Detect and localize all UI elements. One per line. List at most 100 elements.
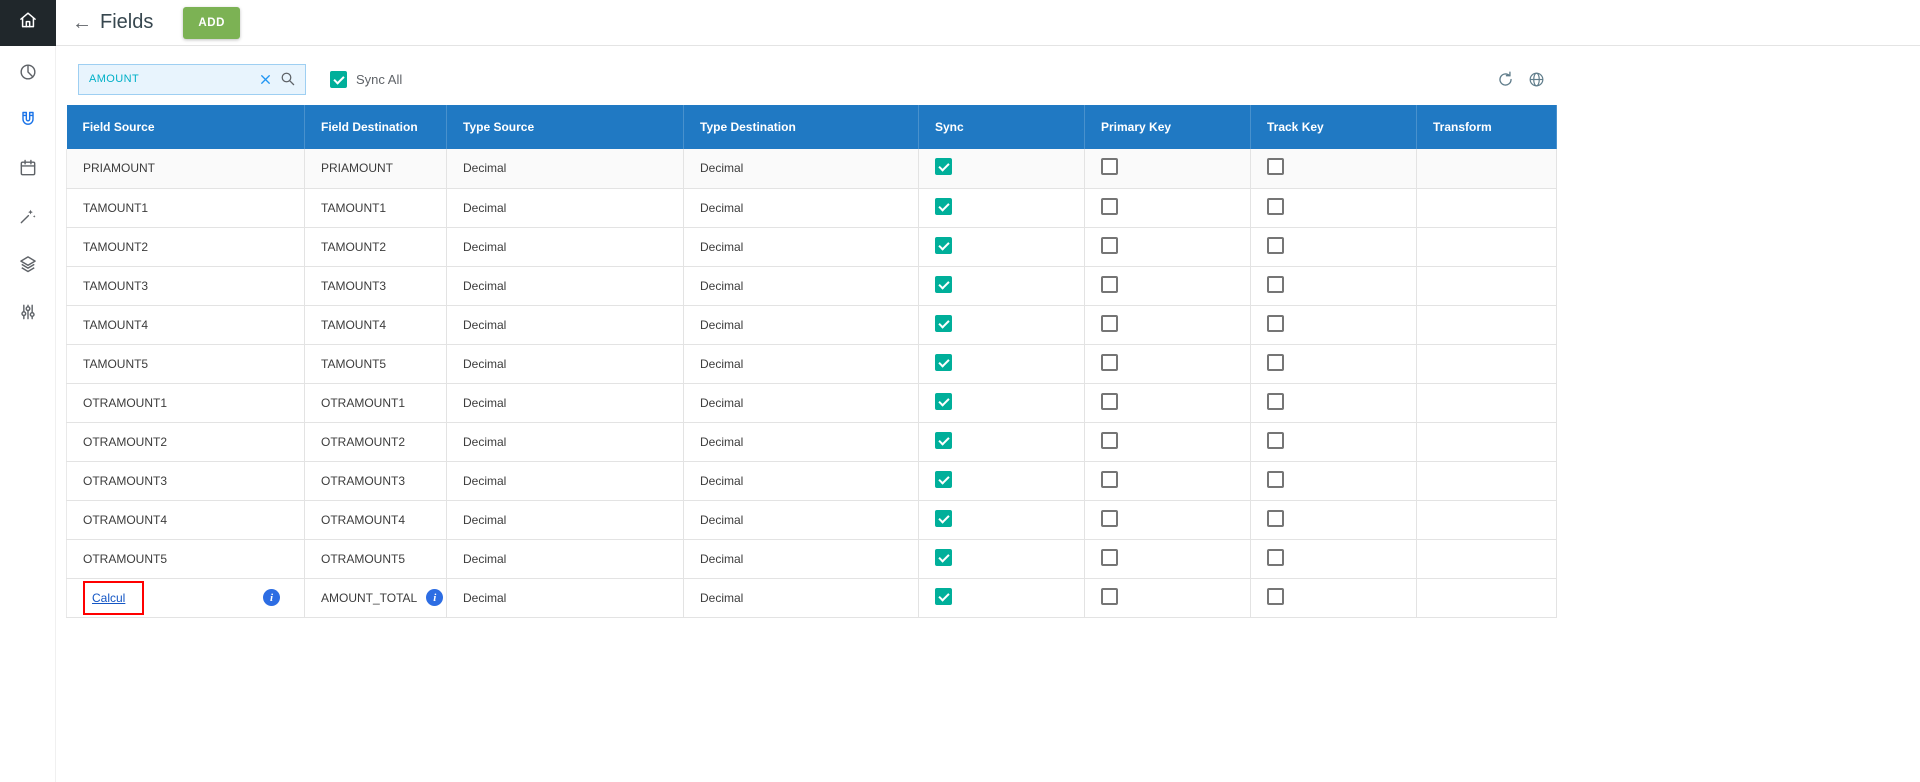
sync-checkbox[interactable]	[935, 276, 952, 293]
cell-sync	[919, 344, 1085, 383]
track-key-checkbox[interactable]	[1267, 315, 1284, 332]
sync-checkbox[interactable]	[935, 354, 952, 371]
sync-checkbox[interactable]	[935, 393, 952, 410]
cell-primary-key	[1085, 578, 1251, 617]
cell-track-key	[1251, 227, 1417, 266]
cell-field-destination: AMOUNT_TOTALi	[305, 578, 447, 617]
sidebar-item-connections[interactable]	[0, 98, 56, 146]
clear-search-icon[interactable]	[258, 72, 273, 87]
sidebar-item-analytics[interactable]	[0, 50, 56, 98]
type-source-text: Decimal	[463, 591, 506, 605]
type-source-text: Decimal	[463, 396, 506, 410]
search-box	[78, 64, 306, 95]
sidebar-item-schedule[interactable]	[0, 146, 56, 194]
search-input[interactable]	[89, 73, 252, 85]
type-destination-text: Decimal	[700, 396, 743, 410]
sidebar-item-transform[interactable]	[0, 194, 56, 242]
cell-field-destination: TAMOUNT2	[305, 227, 447, 266]
cell-type-source: Decimal	[447, 188, 684, 227]
info-icon[interactable]: i	[426, 589, 443, 606]
track-key-checkbox[interactable]	[1267, 471, 1284, 488]
primary-key-checkbox[interactable]	[1101, 198, 1118, 215]
back-arrow[interactable]: ←	[72, 13, 92, 33]
table-row: OTRAMOUNT3OTRAMOUNT3DecimalDecimal	[67, 461, 1557, 500]
cell-field-source: TAMOUNT1	[67, 188, 305, 227]
primary-key-checkbox[interactable]	[1101, 432, 1118, 449]
track-key-checkbox[interactable]	[1267, 276, 1284, 293]
field-destination-text: OTRAMOUNT4	[321, 513, 405, 527]
primary-key-checkbox[interactable]	[1101, 276, 1118, 293]
cell-type-destination: Decimal	[684, 461, 919, 500]
sync-checkbox[interactable]	[935, 549, 952, 566]
field-source-text: TAMOUNT3	[83, 279, 148, 293]
search-icon[interactable]	[279, 70, 297, 88]
primary-key-checkbox[interactable]	[1101, 549, 1118, 566]
cell-sync	[919, 266, 1085, 305]
primary-key-checkbox[interactable]	[1101, 354, 1118, 371]
cell-type-source: Decimal	[447, 422, 684, 461]
add-button[interactable]: ADD	[183, 7, 240, 39]
track-key-checkbox[interactable]	[1267, 510, 1284, 527]
column-header-type-destination: Type Destination	[684, 105, 919, 149]
field-destination-text: OTRAMOUNT3	[321, 474, 405, 488]
track-key-checkbox[interactable]	[1267, 198, 1284, 215]
sync-checkbox[interactable]	[935, 315, 952, 332]
sync-all-checkbox[interactable]	[330, 71, 347, 88]
sync-all-control[interactable]: Sync All	[330, 71, 402, 88]
primary-key-checkbox[interactable]	[1101, 588, 1118, 605]
sync-all-label: Sync All	[356, 72, 402, 87]
sync-checkbox[interactable]	[935, 237, 952, 254]
sync-checkbox[interactable]	[935, 510, 952, 527]
cell-field-source: OTRAMOUNT2	[67, 422, 305, 461]
main-content: Sync All Field Source Field Destination	[66, 47, 1556, 618]
cell-field-source: TAMOUNT2	[67, 227, 305, 266]
sync-checkbox[interactable]	[935, 432, 952, 449]
field-destination-text: TAMOUNT4	[321, 318, 386, 332]
sync-checkbox[interactable]	[935, 471, 952, 488]
primary-key-checkbox[interactable]	[1101, 237, 1118, 254]
primary-key-checkbox[interactable]	[1101, 393, 1118, 410]
field-source-text: OTRAMOUNT3	[83, 474, 167, 488]
track-key-checkbox[interactable]	[1267, 354, 1284, 371]
cell-type-source: Decimal	[447, 266, 684, 305]
sidebar	[0, 46, 56, 782]
toolbar-right	[1496, 70, 1556, 89]
cell-track-key	[1251, 266, 1417, 305]
primary-key-checkbox[interactable]	[1101, 510, 1118, 527]
primary-key-checkbox[interactable]	[1101, 158, 1118, 175]
globe-icon[interactable]	[1527, 70, 1546, 89]
sidebar-item-layers[interactable]	[0, 242, 56, 290]
table-row: OTRAMOUNT2OTRAMOUNT2DecimalDecimal	[67, 422, 1557, 461]
fields-table: Field Source Field Destination Type Sour…	[66, 105, 1557, 618]
field-source-text: TAMOUNT2	[83, 240, 148, 254]
primary-key-checkbox[interactable]	[1101, 315, 1118, 332]
table-row: TAMOUNT4TAMOUNT4DecimalDecimal	[67, 305, 1557, 344]
track-key-checkbox[interactable]	[1267, 158, 1284, 175]
home-icon	[18, 10, 38, 35]
track-key-checkbox[interactable]	[1267, 432, 1284, 449]
cell-field-source: TAMOUNT4	[67, 305, 305, 344]
track-key-checkbox[interactable]	[1267, 588, 1284, 605]
track-key-checkbox[interactable]	[1267, 549, 1284, 566]
field-source-link[interactable]: Calcul	[92, 591, 125, 605]
primary-key-checkbox[interactable]	[1101, 471, 1118, 488]
cell-type-source: Decimal	[447, 539, 684, 578]
cell-track-key	[1251, 461, 1417, 500]
cell-track-key	[1251, 305, 1417, 344]
cell-sync	[919, 461, 1085, 500]
column-header-transform: Transform	[1417, 105, 1557, 149]
cell-primary-key	[1085, 266, 1251, 305]
page-header: ← Fields ADD	[72, 7, 240, 39]
track-key-checkbox[interactable]	[1267, 393, 1284, 410]
cell-transform	[1417, 266, 1557, 305]
refresh-icon[interactable]	[1496, 70, 1515, 89]
track-key-checkbox[interactable]	[1267, 237, 1284, 254]
toolbar: Sync All	[66, 47, 1556, 105]
sync-checkbox[interactable]	[935, 588, 952, 605]
sync-checkbox[interactable]	[935, 158, 952, 175]
info-icon[interactable]: i	[263, 589, 280, 606]
cell-primary-key	[1085, 227, 1251, 266]
sync-checkbox[interactable]	[935, 198, 952, 215]
sidebar-item-settings[interactable]	[0, 290, 56, 338]
home-button[interactable]	[0, 0, 56, 46]
